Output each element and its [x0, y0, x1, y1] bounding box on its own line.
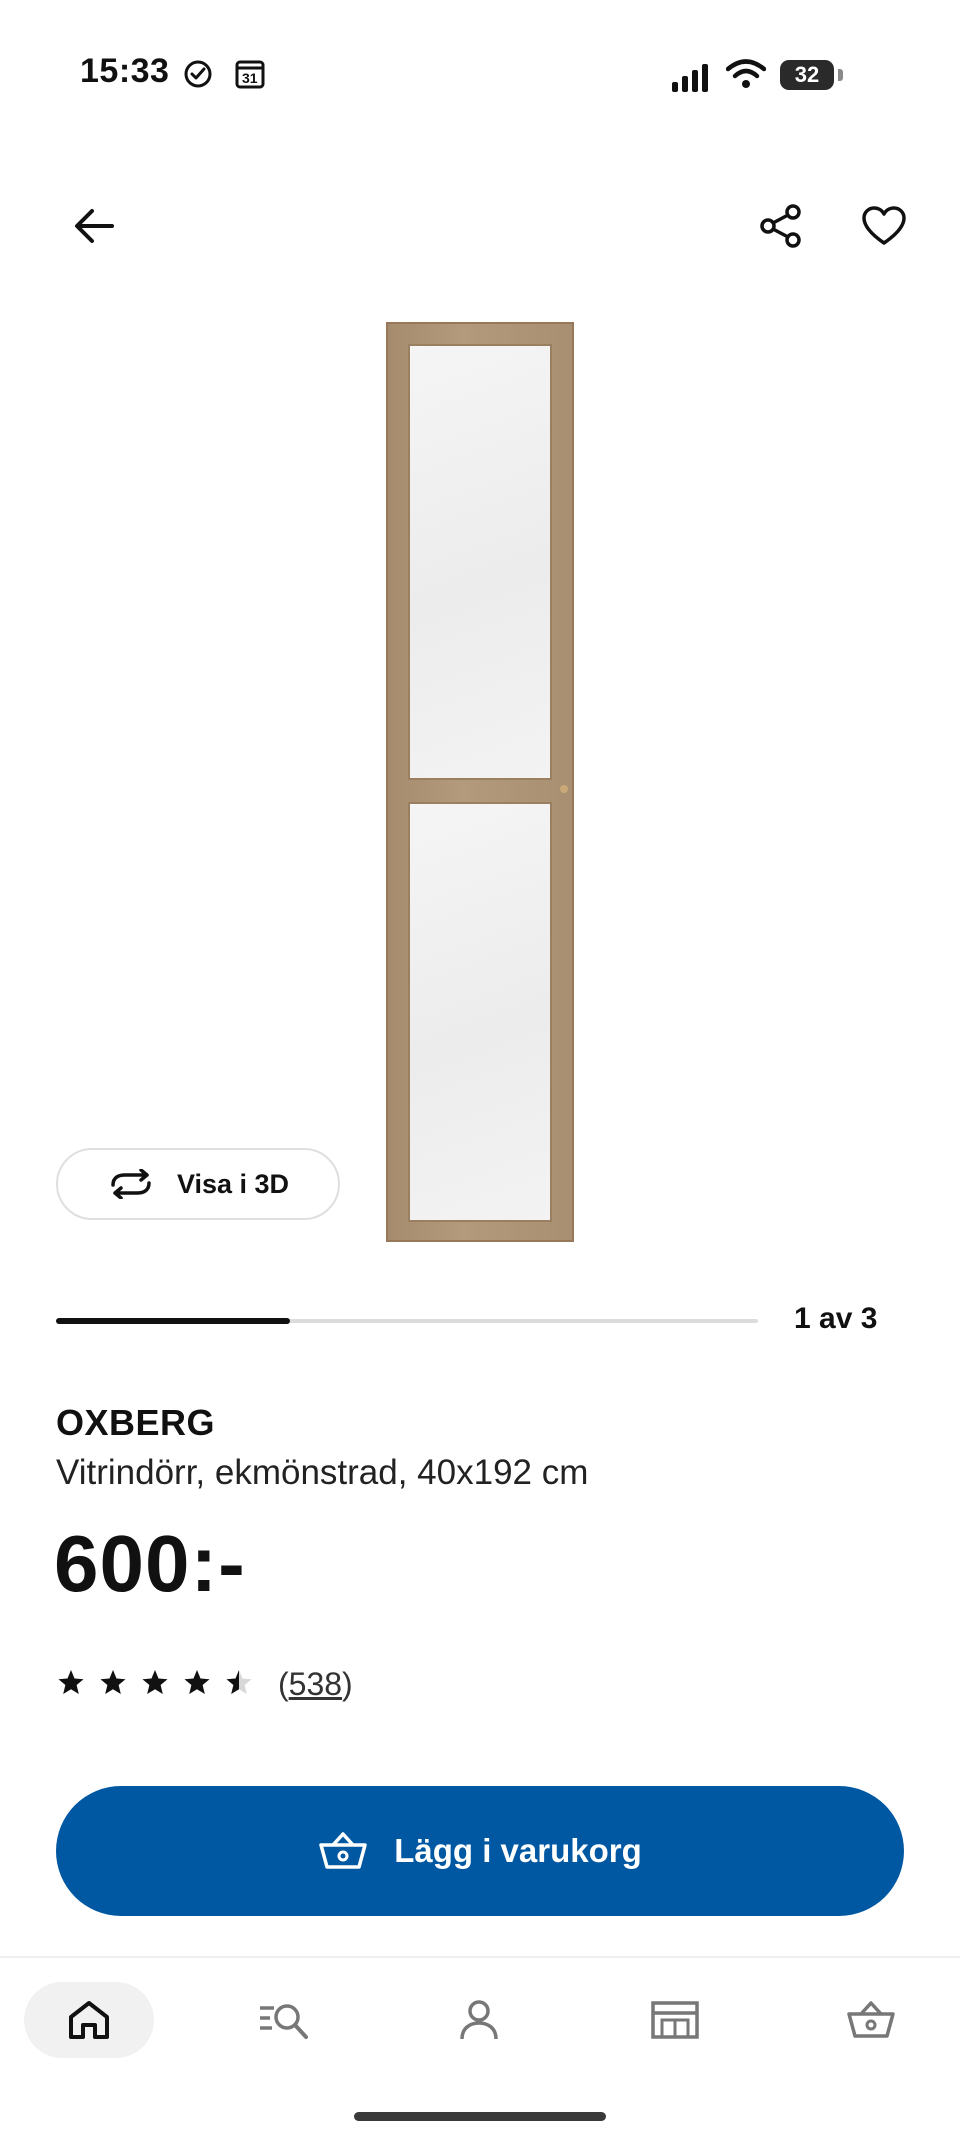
nav-home[interactable] — [24, 1982, 154, 2058]
nav-search[interactable] — [219, 1982, 349, 2058]
signal-icon — [672, 62, 712, 97]
back-arrow-icon — [75, 209, 114, 243]
rotate-3d-icon — [111, 1169, 151, 1199]
view-3d-button[interactable]: Visa i 3D — [56, 1148, 340, 1220]
favorite-button[interactable] — [852, 194, 916, 258]
add-to-cart-label: Lägg i varukorg — [394, 1832, 642, 1869]
status-time: 15:33 — [80, 52, 170, 90]
back-button[interactable] — [62, 194, 126, 258]
basket-icon — [847, 2001, 895, 2038]
glass-pane-top — [408, 344, 552, 780]
product-name: OXBERG — [56, 1402, 216, 1443]
home-indicator[interactable] — [354, 2112, 606, 2121]
star-icon — [226, 1670, 252, 1694]
door-knob — [560, 785, 568, 793]
search-list-icon — [260, 2004, 308, 2039]
gallery-counter: 1 av 3 — [794, 1302, 878, 1335]
star-icon — [100, 1670, 126, 1694]
glass-pane-bottom — [408, 802, 552, 1222]
product-price: 600:- — [54, 1519, 246, 1608]
gallery-progress-track — [56, 1318, 758, 1324]
home-icon — [69, 2001, 109, 2039]
review-paren-open: ( — [278, 1666, 289, 1702]
review-count: 538 — [288, 1666, 343, 1702]
nav-cart[interactable] — [806, 1982, 936, 2058]
share-button[interactable] — [749, 194, 813, 258]
review-count-link[interactable]: (538) — [278, 1666, 353, 1703]
star-icon — [142, 1670, 168, 1694]
battery-indicator: 32 — [780, 60, 834, 90]
nav-store[interactable] — [610, 1982, 740, 2058]
view-3d-label: Visa i 3D — [176, 1168, 290, 1199]
check-circle-icon — [182, 58, 214, 95]
gallery-progress-fill — [56, 1318, 290, 1324]
rating-stars[interactable] — [56, 1668, 254, 1698]
battery-cap — [838, 69, 843, 81]
nav-profile[interactable] — [414, 1982, 544, 2058]
add-to-cart-button[interactable]: Lägg i varukorg — [56, 1786, 904, 1916]
calendar-day: 31 — [242, 70, 258, 86]
basket-icon — [319, 1832, 367, 1869]
store-icon — [651, 2001, 699, 2039]
profile-icon — [460, 2000, 498, 2040]
heart-icon — [862, 206, 906, 245]
review-paren-close: ) — [342, 1666, 353, 1702]
star-icon — [58, 1670, 84, 1694]
nav-divider — [0, 1956, 960, 1958]
product-description: Vitrindörr, ekmönstrad, 40x192 cm — [56, 1453, 589, 1492]
star-icon — [184, 1670, 210, 1694]
product-image[interactable] — [386, 322, 574, 1242]
share-icon — [760, 204, 801, 248]
wifi-icon — [725, 58, 767, 95]
